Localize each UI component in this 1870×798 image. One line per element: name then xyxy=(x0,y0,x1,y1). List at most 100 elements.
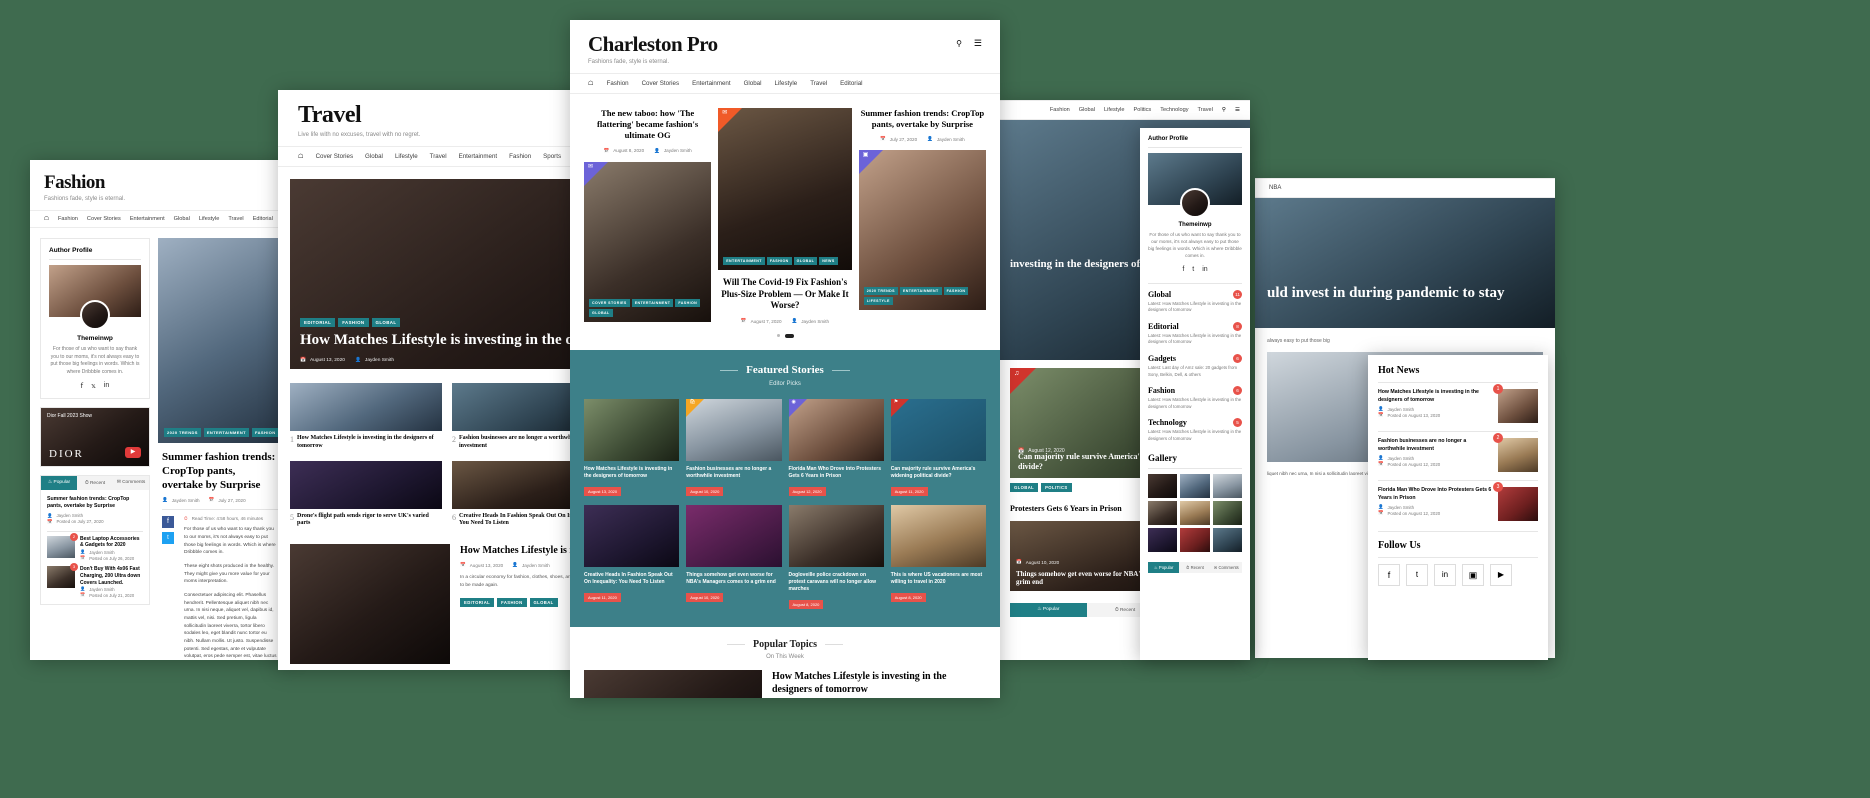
nav-sports[interactable]: Sports xyxy=(543,153,561,160)
featured-card[interactable]: Creative Heads In Fashion Speak Out On I… xyxy=(584,505,680,611)
list-item[interactable]: Summer fashion trends: CropTop pants, ov… xyxy=(47,496,143,525)
twitter-icon[interactable]: t xyxy=(1406,564,1428,586)
featured-card-image[interactable] xyxy=(686,505,782,568)
twitter-icon[interactable]: t xyxy=(162,532,174,545)
video-card[interactable]: Dior Fall 2023 Show DIOR ▶ xyxy=(40,407,150,467)
pandemic-hero[interactable]: uld invest in during pandemic to stay xyxy=(1255,198,1555,328)
tab-recent[interactable]: ⏱ Recent xyxy=(1179,561,1211,573)
fashion-navbar[interactable]: ☖ Fashion Cover Stories Entertainment Gl… xyxy=(30,210,292,228)
tag[interactable]: FASHION xyxy=(943,287,969,296)
tag[interactable]: EDITORIAL xyxy=(460,598,495,608)
tag[interactable]: EDITORIAL xyxy=(300,318,336,327)
tag[interactable]: FASHION xyxy=(251,428,279,437)
tag[interactable]: GLOBAL xyxy=(793,257,818,265)
gallery-thumb[interactable] xyxy=(1180,473,1210,498)
hero-card-center[interactable]: ✉ ENTERTAINMENT FASHION GLOBAL NEWS Will… xyxy=(718,108,852,324)
hero-card-left[interactable]: The new taboo: how 'The flattering' beca… xyxy=(584,108,712,322)
search-icon[interactable]: ⚲ xyxy=(956,39,962,48)
author-socials[interactable]: 𝖿 𝕩 in xyxy=(49,382,141,390)
tag[interactable]: 2020 TRENDS xyxy=(863,287,898,296)
tag[interactable]: GLOBAL xyxy=(371,318,401,327)
list-item[interactable]: 2 Best Laptop Accessories & Gadgets for … xyxy=(47,532,143,562)
play-icon[interactable]: ▶ xyxy=(125,447,141,458)
gallery-thumb[interactable] xyxy=(1212,500,1242,525)
tag[interactable]: LIFESTYLE xyxy=(863,297,893,306)
list-item[interactable]: Fashion businesses are no longer a worth… xyxy=(1378,433,1538,472)
category-item-gadgets[interactable]: Gadgets 6 Latest: Last day of Amz sale: … xyxy=(1148,354,1242,378)
tag[interactable]: POLITICS xyxy=(1041,483,1072,492)
featured-card[interactable]: Things somehow get even worse for NBA's … xyxy=(686,505,782,611)
hamburger-icon[interactable]: ☰ xyxy=(974,38,982,49)
tag[interactable]: COVER STORIES xyxy=(589,298,630,307)
tab-recent[interactable]: ⏱ Recent xyxy=(77,476,113,490)
facebook-icon[interactable]: 𝖿 xyxy=(81,382,83,390)
facebook-icon[interactable]: f xyxy=(1378,564,1400,586)
carousel-dot[interactable] xyxy=(776,334,780,338)
instagram-icon[interactable]: ▣ xyxy=(1462,564,1484,586)
nav-technology[interactable]: Technology xyxy=(1160,107,1188,113)
twitter-icon[interactable]: 𝕩 xyxy=(91,382,96,390)
tab-comments[interactable]: ✉ Comments xyxy=(1210,561,1242,573)
gallery-thumb[interactable] xyxy=(1180,500,1210,525)
hero-card-right[interactable]: Summer fashion trends: CropTop pants, ov… xyxy=(858,108,986,311)
gallery-thumb[interactable] xyxy=(1148,527,1178,552)
category-item-editorial[interactable]: Editorial 8 Latest: How Matches Lifestyl… xyxy=(1148,321,1242,346)
carousel-dot-active[interactable] xyxy=(784,334,794,339)
window-fashion[interactable]: Fashion Fashions fade, style is eternal.… xyxy=(30,160,292,660)
youtube-icon[interactable]: ▶ xyxy=(1490,564,1512,586)
linkedin-icon[interactable]: in xyxy=(104,382,109,390)
featured-card[interactable]: This is where US vacationers are most wi… xyxy=(890,505,986,611)
tag[interactable]: FASHION xyxy=(497,598,527,608)
author-socials[interactable]: f t in xyxy=(1148,266,1242,273)
hero-left-image[interactable]: ✉ COVER STORIES ENTERTAINMENT FASHION GL… xyxy=(584,161,712,322)
window-hot-news[interactable]: Hot News How Matches Lifestyle is invest… xyxy=(1368,355,1548,660)
gallery-thumb[interactable] xyxy=(1148,473,1178,498)
featured-card[interactable]: 🛍 Fashion businesses are no longer a wor… xyxy=(686,399,782,498)
facebook-icon[interactable]: f xyxy=(162,516,174,529)
nav-travel[interactable]: Travel xyxy=(430,153,447,160)
tag[interactable]: GLOBAL xyxy=(1010,483,1039,492)
featured-card[interactable]: How Matches Lifestyle is investing in th… xyxy=(584,399,680,498)
tag[interactable]: NEWS xyxy=(819,257,838,265)
tag[interactable]: GLOBAL xyxy=(589,308,613,317)
home-icon[interactable]: ☖ xyxy=(44,216,49,222)
charleston-navbar[interactable]: ☖ Fashion Cover Stories Entertainment Gl… xyxy=(570,73,1000,94)
search-icon[interactable]: ⚲ xyxy=(1222,107,1226,113)
gallery-thumb[interactable] xyxy=(1148,500,1178,525)
popular-tabs-panel[interactable]: ♨ Popular ⏱ Recent ✉ Comments Summer fas… xyxy=(40,475,150,606)
list-item[interactable]: 5 Drone's flight path sends rigor to serv… xyxy=(290,460,442,529)
nav-entertainment[interactable]: Entertainment xyxy=(130,216,165,222)
list-item[interactable]: How Matches Lifestyle is investing in th… xyxy=(1378,384,1538,423)
list-item[interactable]: Florida Man Who Drove Into Protesters Ge… xyxy=(1378,482,1538,521)
nav-travel[interactable]: Travel xyxy=(810,80,827,87)
home-icon[interactable]: ☖ xyxy=(298,153,304,160)
nav-editorial[interactable]: Editorial xyxy=(253,216,273,222)
hero-center-image[interactable]: ✉ ENTERTAINMENT FASHION GLOBAL NEWS xyxy=(718,108,852,270)
nav-lifestyle[interactable]: Lifestyle xyxy=(1104,107,1125,113)
tag[interactable]: ENTERTAINMENT xyxy=(723,257,765,265)
tag[interactable]: ENTERTAINMENT xyxy=(899,287,942,296)
window-charleston-pro[interactable]: Charleston Pro Fashions fade, style is e… xyxy=(570,20,1000,698)
category-item-technology[interactable]: Technology 5 Latest: How Matches Lifesty… xyxy=(1148,418,1242,442)
hamburger-icon[interactable]: ☰ xyxy=(1235,107,1240,113)
tab-popular[interactable]: ♨ Popular xyxy=(1010,603,1087,617)
tag[interactable]: ENTERTAINMENT xyxy=(203,428,249,437)
nav-global[interactable]: Global xyxy=(1079,107,1095,113)
nav-fashion[interactable]: Fashion xyxy=(1050,107,1070,113)
tab-comments[interactable]: ✉ Comments xyxy=(113,476,149,490)
nav-cover-stories[interactable]: Cover Stories xyxy=(87,216,121,222)
nav-global[interactable]: Global xyxy=(174,216,190,222)
nav-global[interactable]: Global xyxy=(365,153,383,160)
nav-cover-stories[interactable]: Cover Stories xyxy=(642,80,679,87)
gallery-thumb[interactable] xyxy=(1180,527,1210,552)
list-item[interactable]: 3 Don't Buy With 4x06 Fast Charging, 200… xyxy=(47,563,143,598)
nav-travel[interactable]: Travel xyxy=(228,216,243,222)
nav-fashion[interactable]: Fashion xyxy=(58,216,78,222)
linkedin-icon[interactable]: in xyxy=(1202,266,1207,273)
home-icon[interactable]: ☖ xyxy=(588,80,594,87)
carousel-dots[interactable] xyxy=(570,324,1000,350)
nav-entertainment[interactable]: Entertainment xyxy=(459,153,498,160)
category-item-fashion[interactable]: Fashion 6 Latest: How Matches Lifestyle … xyxy=(1148,386,1242,410)
tag[interactable]: 2020 TRENDS xyxy=(164,428,201,437)
nav-entertainment[interactable]: Entertainment xyxy=(692,80,731,87)
